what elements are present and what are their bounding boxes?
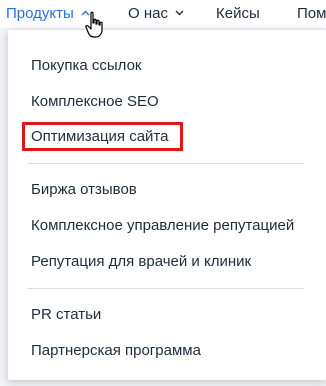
page: Продукты О нас Кейсы Пом Покупка ссылок …	[0, 0, 326, 386]
highlight-box	[22, 122, 183, 151]
nav-products-label: Продукты	[6, 5, 74, 22]
menu-divider	[28, 288, 304, 289]
top-navigation: Продукты О нас Кейсы Пом	[0, 0, 326, 28]
menu-divider	[28, 163, 304, 164]
menu-item-reviews-exchange[interactable]: Биржа отзывов	[31, 180, 137, 200]
menu-item-reputation-management[interactable]: Комплексное управление репутацией	[31, 216, 294, 236]
chevron-up-icon	[81, 10, 90, 16]
menu-item-reputation-doctors[interactable]: Репутация для врачей и клиник	[31, 252, 251, 272]
menu-item-pr-articles[interactable]: PR статьи	[31, 305, 101, 325]
menu-item-buy-links[interactable]: Покупка ссылок	[31, 56, 142, 76]
nav-cases[interactable]: Кейсы	[216, 5, 260, 23]
chevron-down-icon	[175, 10, 184, 16]
nav-cases-label: Кейсы	[216, 5, 260, 22]
nav-help[interactable]: Пом	[297, 5, 326, 23]
nav-help-label: Пом	[297, 5, 326, 22]
products-dropdown-menu: Покупка ссылок Комплексное SEO Оптимизац…	[8, 30, 326, 380]
menu-item-complex-seo[interactable]: Комплексное SEO	[31, 92, 159, 112]
nav-about[interactable]: О нас	[128, 5, 184, 23]
nav-about-label: О нас	[128, 5, 168, 22]
nav-products[interactable]: Продукты	[6, 5, 90, 23]
menu-item-partner-program[interactable]: Партнерская программа	[31, 341, 201, 361]
